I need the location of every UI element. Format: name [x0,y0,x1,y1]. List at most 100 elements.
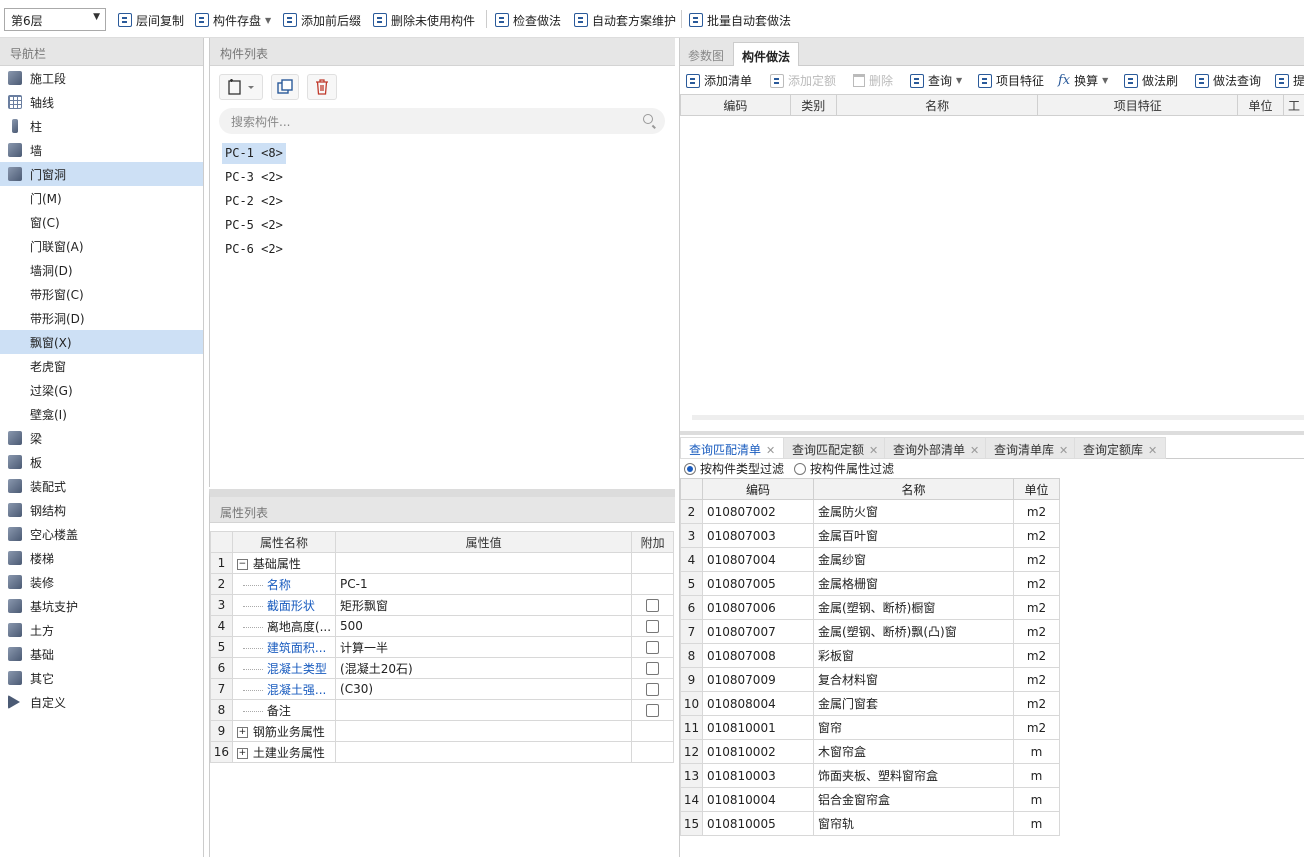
sidebar-item[interactable]: 窗(C) [0,210,203,234]
property-row[interactable]: 5 建筑面积... 计算一半 [210,636,674,658]
property-row[interactable]: 2 名称 PC-1 [210,573,674,595]
tab-query-matching-quota[interactable]: 查询匹配定额 ✕ [783,437,888,459]
sidebar-item[interactable]: 墙 [0,138,203,162]
expand-icon[interactable]: + [236,747,248,759]
property-row[interactable]: 8 备注 [210,699,674,721]
sidebar-item[interactable]: 过梁(G) [0,378,203,402]
property-value[interactable]: (混凝土20石) [335,657,633,679]
extra-checkbox[interactable] [646,620,660,633]
collapse-icon[interactable]: − [236,558,248,570]
extra-checkbox[interactable] [646,599,660,612]
tab-query-matching-bill[interactable]: 查询匹配清单 ✕ [680,437,785,459]
table-row[interactable]: 10 010808004 金属门窗套 m2 [680,691,1060,716]
component-item[interactable]: PC-1 <8> [222,143,286,164]
tab-query-bill-library[interactable]: 查询清单库 ✕ [985,437,1078,459]
add-bill-button[interactable]: 添加清单 [686,72,752,89]
sidebar-item[interactable]: 柱 [0,114,203,138]
expand-icon[interactable]: + [236,726,248,738]
sidebar-item[interactable]: 门窗洞 [0,162,203,186]
sidebar-item[interactable]: 带形窗(C) [0,282,203,306]
component-item[interactable]: PC-3 <2> [222,167,286,188]
extract-button[interactable]: 提 [1275,72,1304,89]
query-button[interactable]: 查询 ▼ [910,72,962,89]
convert-button[interactable]: fx 换算 ▼ [1058,72,1108,89]
sidebar-item[interactable]: 板 [0,450,203,474]
sidebar-item[interactable]: 空心楼盖 [0,522,203,546]
table-row[interactable]: 15 010810005 窗帘轨 m [680,811,1060,836]
floor-select[interactable]: 第6层 ▼ [4,8,106,31]
extra-checkbox[interactable] [646,683,660,696]
sidebar-item[interactable]: 门(M) [0,186,203,210]
sidebar-item[interactable]: 老虎窗 [0,354,203,378]
method-brush-button[interactable]: 做法刷 [1124,72,1178,89]
property-value[interactable]: 计算一半 [335,636,633,658]
project-feature-button[interactable]: 项目特征 [978,72,1044,89]
property-value[interactable] [335,741,633,763]
table-row[interactable]: 8 010807008 彩板窗 m2 [680,643,1060,668]
copy-component-button[interactable] [271,74,299,100]
horizontal-scrollbar[interactable] [692,415,1304,420]
table-row[interactable]: 9 010807009 复合材料窗 m2 [680,667,1060,692]
property-row[interactable]: 6 混凝土类型 (混凝土20石) [210,657,674,679]
sidebar-item[interactable]: 装配式 [0,474,203,498]
filter-by-property-radio[interactable] [794,462,807,475]
property-value[interactable] [335,552,633,574]
extra-checkbox[interactable] [646,704,660,717]
close-icon[interactable]: ✕ [1059,444,1068,457]
sidebar-item[interactable]: 施工段 [0,66,203,90]
sidebar-item[interactable]: 基础 [0,642,203,666]
sidebar-item[interactable]: 墙洞(D) [0,258,203,282]
add-prefix-suffix-button[interactable]: 添加前后缀 [283,10,361,30]
batch-auto-button[interactable]: 批量自动套做法 [689,10,791,30]
sidebar-item[interactable]: 壁龛(I) [0,402,203,426]
table-row[interactable]: 3 010807003 金属百叶窗 m2 [680,523,1060,548]
table-row[interactable]: 2 010807002 金属防火窗 m2 [680,499,1060,524]
property-value[interactable]: (C30) [335,678,633,700]
close-icon[interactable]: ✕ [869,444,878,457]
table-row[interactable]: 6 010807006 金属(塑钢、断桥)橱窗 m2 [680,595,1060,620]
tab-component-method[interactable]: 构件做法 [733,42,800,66]
table-row[interactable]: 13 010810003 饰面夹板、塑料窗帘盒 m [680,763,1060,788]
auto-scheme-button[interactable]: 自动套方案维护 [574,10,676,30]
close-icon[interactable]: ✕ [970,444,979,457]
component-search-input[interactable]: 搜索构件... [219,108,665,134]
table-row[interactable]: 5 010807005 金属格栅窗 m2 [680,571,1060,596]
table-row[interactable]: 7 010807007 金属(塑钢、断桥)飘(凸)窗 m2 [680,619,1060,644]
sidebar-item[interactable]: 楼梯 [0,546,203,570]
property-row[interactable]: 9 + 钢筋业务属性 [210,720,674,742]
property-value[interactable]: 矩形飘窗 [335,594,633,616]
sidebar-item[interactable]: 钢结构 [0,498,203,522]
tab-query-external-bill[interactable]: 查询外部清单 ✕ [884,437,989,459]
component-item[interactable]: PC-2 <2> [222,191,286,212]
close-icon[interactable]: ✕ [766,444,775,457]
table-row[interactable]: 12 010810002 木窗帘盒 m [680,739,1060,764]
save-component-button[interactable]: 构件存盘 ▼ [195,10,271,30]
property-row[interactable]: 7 混凝土强... (C30) [210,678,674,700]
table-row[interactable]: 14 010810004 铝合金窗帘盒 m [680,787,1060,812]
sidebar-item[interactable]: 带形洞(D) [0,306,203,330]
tab-parameter-diagram[interactable]: 参数图 [680,42,732,66]
copy-between-floors-button[interactable]: 层间复制 [118,10,184,30]
filter-by-type-radio[interactable] [684,462,696,475]
sidebar-item[interactable]: 装修 [0,570,203,594]
component-item[interactable]: PC-6 <2> [222,239,286,260]
delete-button[interactable]: 删除 [853,72,893,89]
table-row[interactable]: 4 010807004 金属纱窗 m2 [680,547,1060,572]
property-value[interactable] [335,720,633,742]
property-value[interactable] [335,699,633,721]
close-icon[interactable]: ✕ [1148,444,1157,457]
add-quota-button[interactable]: 添加定额 [770,72,836,89]
sidebar-item[interactable]: 轴线 [0,90,203,114]
sidebar-item[interactable]: 自定义 [0,690,203,714]
property-row[interactable]: 1− 基础属性 [210,552,674,574]
property-value[interactable]: 500 [335,615,633,637]
extra-checkbox[interactable] [646,662,660,675]
sidebar-item[interactable]: 门联窗(A) [0,234,203,258]
tab-query-quota-library[interactable]: 查询定额库 ✕ [1074,437,1167,459]
property-row[interactable]: 3 截面形状 矩形飘窗 [210,594,674,616]
table-row[interactable]: 11 010810001 窗帘 m2 [680,715,1060,740]
sidebar-item[interactable]: 其它 [0,666,203,690]
method-query-button[interactable]: 做法查询 [1195,72,1261,89]
property-row[interactable]: 16 + 土建业务属性 [210,741,674,763]
property-value[interactable]: PC-1 [335,573,633,595]
